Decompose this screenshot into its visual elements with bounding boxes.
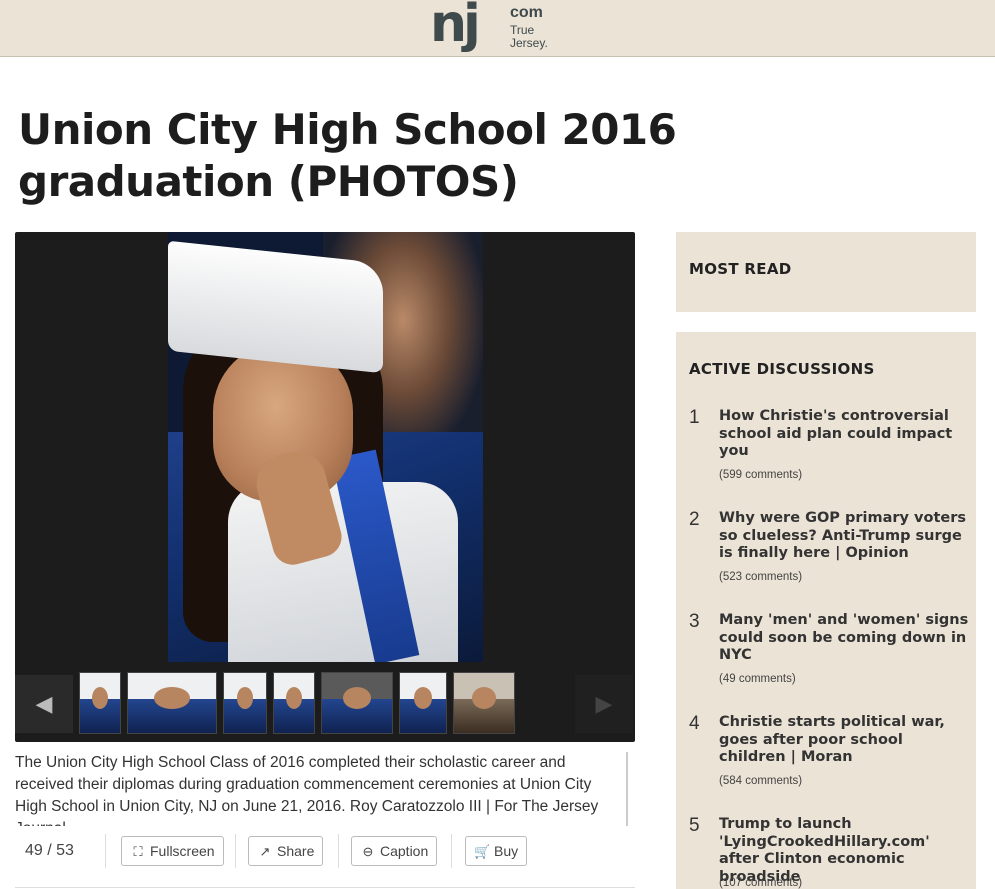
minus-circle-icon: ⊖ xyxy=(362,844,374,859)
discussion-comments[interactable]: (49 comments) xyxy=(719,673,796,685)
active-discussions-panel: ACTIVE DISCUSSIONS 1 How Christie's cont… xyxy=(676,332,976,889)
thumbnail-strip xyxy=(79,672,519,734)
share-icon: ↗ xyxy=(259,844,271,859)
buy-button[interactable]: 🛒 Buy xyxy=(465,836,528,866)
cart-icon: 🛒 xyxy=(474,844,491,859)
share-button[interactable]: ↗ Share xyxy=(248,836,324,866)
logo-tagline: True Jersey. xyxy=(510,23,548,50)
photo-cap xyxy=(168,240,383,374)
thumbnail[interactable] xyxy=(273,672,315,734)
discussion-headline[interactable]: Why were GOP primary voters so clueless?… xyxy=(719,510,969,563)
fullscreen-button[interactable]: ⛶ Fullscreen xyxy=(121,836,224,866)
site-header: nj com True Jersey. xyxy=(0,0,995,57)
thumbnail[interactable] xyxy=(223,672,267,734)
next-photo-button[interactable]: ▶ xyxy=(575,675,633,733)
prev-photo-button[interactable]: ◀ xyxy=(15,675,73,733)
discussion-rank: 4 xyxy=(689,713,700,734)
thumbnail[interactable] xyxy=(127,672,217,734)
caption-button[interactable]: ⊖ Caption xyxy=(351,836,438,866)
article-title: Union City High School 2016 graduation (… xyxy=(18,105,677,206)
active-discussions-heading: ACTIVE DISCUSSIONS xyxy=(689,360,875,378)
photo-caption: The Union City High School Class of 2016… xyxy=(15,754,599,826)
thumbnail[interactable] xyxy=(453,672,515,734)
buy-label: Buy xyxy=(494,843,519,859)
thumbnail[interactable] xyxy=(79,672,121,734)
gallery-controls: 49 / 53 ⛶ Fullscreen ↗ Share ⊖ Caption 🛒 Buy xyxy=(15,834,635,888)
thumbnail[interactable] xyxy=(399,672,447,734)
main-photo[interactable] xyxy=(168,232,483,662)
discussion-comments[interactable]: (107 comments) xyxy=(719,877,802,889)
share-label: Share xyxy=(277,843,315,859)
discussion-headline[interactable]: Trump to launch 'LyingCrookedHillary.com… xyxy=(719,816,969,886)
divider xyxy=(235,834,236,868)
discussion-rank: 3 xyxy=(689,611,700,632)
discussion-comments[interactable]: (523 comments) xyxy=(719,571,802,583)
discussion-comments[interactable]: (599 comments) xyxy=(719,469,802,481)
photo-gallery: ◀ ▶ xyxy=(15,232,635,742)
caption-label: Caption xyxy=(380,843,429,859)
fullscreen-icon: ⛶ xyxy=(133,844,143,859)
divider xyxy=(451,834,452,868)
photo-counter: 49 / 53 xyxy=(25,842,74,859)
discussion-comments[interactable]: (584 comments) xyxy=(719,775,802,787)
fullscreen-label: Fullscreen xyxy=(150,843,215,859)
most-read-panel: MOST READ xyxy=(676,232,976,312)
discussion-headline[interactable]: Many 'men' and 'women' signs could soon … xyxy=(719,612,969,665)
site-logo[interactable]: nj com True Jersey. xyxy=(430,0,570,54)
discussion-headline[interactable]: How Christie's controversial school aid … xyxy=(719,408,969,461)
discussion-rank: 1 xyxy=(689,407,700,428)
divider xyxy=(338,834,339,868)
logo-nj: nj xyxy=(430,0,481,54)
logo-com: com xyxy=(510,4,543,21)
discussion-rank: 5 xyxy=(689,815,700,836)
discussion-rank: 2 xyxy=(689,509,700,530)
divider xyxy=(105,834,106,868)
thumbnail[interactable] xyxy=(321,672,393,734)
most-read-heading: MOST READ xyxy=(689,260,792,278)
caption-scrollbar[interactable] xyxy=(626,752,628,826)
discussion-headline[interactable]: Christie starts political war, goes afte… xyxy=(719,714,969,767)
